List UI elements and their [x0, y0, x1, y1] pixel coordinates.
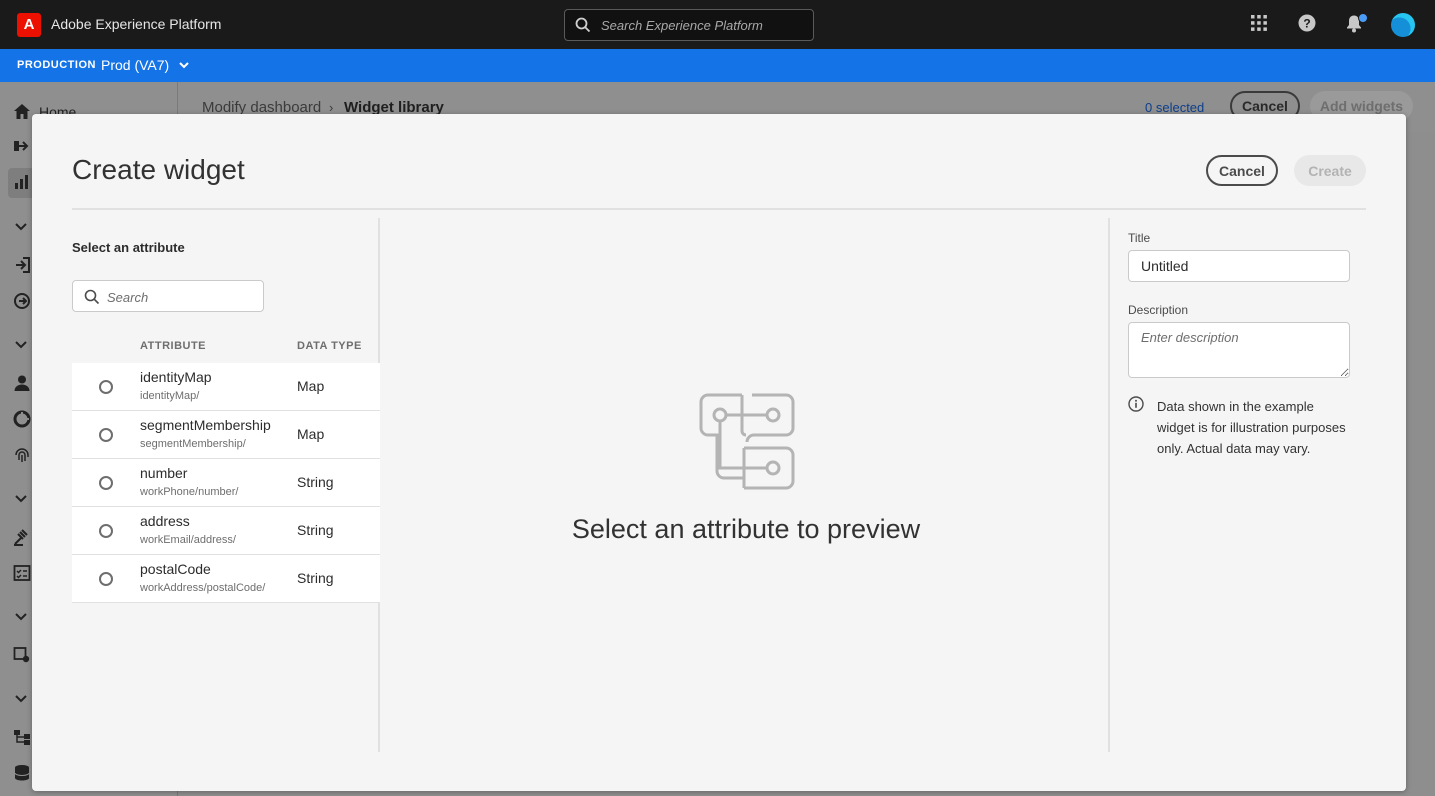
- attribute-radio[interactable]: [99, 428, 113, 442]
- chevron-down-icon[interactable]: [178, 58, 190, 72]
- dialog-divider: [72, 208, 1366, 210]
- data-settings-icon[interactable]: [13, 646, 31, 664]
- table-row[interactable]: number workPhone/number/ String: [72, 459, 380, 507]
- attribute-data-type: Map: [297, 378, 325, 394]
- global-search-placeholder: Search Experience Platform: [601, 18, 763, 33]
- attribute-radio[interactable]: [99, 476, 113, 490]
- attribute-name: postalCode: [140, 561, 211, 577]
- preview-empty-message: Select an attribute to preview: [571, 514, 921, 544]
- environment-bar: PRODUCTION Prod (VA7): [0, 49, 1435, 82]
- table-row[interactable]: identityMap identityMap/ Map: [72, 363, 380, 411]
- dialog-title: Create widget: [72, 154, 245, 185]
- create-button[interactable]: Create: [1294, 155, 1366, 186]
- chevron-down-icon[interactable]: [13, 222, 29, 232]
- attribute-radio[interactable]: [99, 380, 113, 394]
- queries-checklist-icon[interactable]: [13, 564, 31, 582]
- profiles-icon[interactable]: [13, 374, 31, 392]
- table-row[interactable]: postalCode workAddress/postalCode/ Strin…: [72, 555, 380, 603]
- segments-icon[interactable]: [13, 410, 31, 428]
- widget-preview-panel: Select an attribute to preview: [382, 218, 1110, 752]
- chevron-down-icon[interactable]: [13, 340, 29, 350]
- dashboards-icon[interactable]: [13, 174, 31, 190]
- description-label: Description: [1128, 303, 1189, 317]
- home-icon[interactable]: [13, 103, 31, 120]
- attribute-name: number: [140, 465, 188, 481]
- attribute-path: workAddress/postalCode/: [140, 582, 266, 594]
- svg-text:?: ?: [1303, 17, 1310, 31]
- attribute-name: address: [140, 513, 190, 529]
- app-title[interactable]: Adobe Experience Platform: [51, 16, 221, 32]
- selected-count[interactable]: 0 selected: [1145, 100, 1204, 115]
- create-widget-dialog: Create widget Cancel Create Select an at…: [32, 114, 1406, 791]
- attribute-search[interactable]: [72, 280, 264, 312]
- help-icon[interactable]: ?: [1298, 14, 1316, 32]
- attribute-data-type: String: [297, 474, 334, 490]
- attribute-panel-heading: Select an attribute: [72, 240, 185, 255]
- identities-fingerprint-icon[interactable]: [13, 446, 31, 464]
- attribute-radio[interactable]: [99, 572, 113, 586]
- chevron-down-icon[interactable]: [13, 612, 29, 622]
- search-icon: [575, 17, 591, 33]
- table-row[interactable]: segmentMembership segmentMembership/ Map: [72, 411, 380, 459]
- top-header: A Adobe Experience Platform Search Exper…: [0, 0, 1435, 49]
- chevron-down-icon[interactable]: [13, 494, 29, 504]
- user-avatar[interactable]: [1391, 13, 1415, 37]
- chevron-down-icon[interactable]: [13, 694, 29, 704]
- table-row[interactable]: address workEmail/address/ String: [72, 507, 380, 555]
- attribute-list: identityMap identityMap/ Map segmentMemb…: [72, 363, 380, 603]
- title-label: Title: [1128, 231, 1151, 245]
- title-input[interactable]: [1128, 250, 1350, 282]
- destinations-icon[interactable]: [13, 292, 31, 310]
- attribute-panel: Select an attribute ATTRIBUTE DATA TYPE …: [72, 218, 380, 752]
- cancel-button[interactable]: Cancel: [1206, 155, 1278, 186]
- illustration-disclaimer: Data shown in the example widget is for …: [1157, 399, 1346, 456]
- sources-icon[interactable]: [13, 256, 31, 274]
- search-icon: [84, 289, 100, 305]
- info-icon: [1128, 396, 1144, 412]
- sandbox-selector[interactable]: Prod (VA7): [101, 57, 169, 73]
- workflow-icon[interactable]: [13, 138, 31, 154]
- schemas-icon[interactable]: [13, 728, 31, 746]
- attribute-path: workPhone/number/: [140, 486, 239, 498]
- attribute-path: identityMap/: [140, 390, 200, 402]
- attribute-search-input[interactable]: [107, 287, 257, 307]
- attribute-name: segmentMembership: [140, 417, 271, 433]
- apps-grid-icon[interactable]: [1250, 14, 1268, 32]
- breadcrumb-chevron-icon: ›: [329, 100, 334, 115]
- attribute-path: workEmail/address/: [140, 534, 236, 546]
- attribute-name: identityMap: [140, 369, 212, 385]
- column-header-data-type[interactable]: DATA TYPE: [297, 340, 362, 352]
- adobe-logo[interactable]: A: [17, 13, 41, 37]
- attribute-radio[interactable]: [99, 524, 113, 538]
- attribute-path: segmentMembership/: [140, 438, 246, 450]
- notification-badge: [1358, 13, 1368, 23]
- policies-gavel-icon[interactable]: [13, 528, 31, 546]
- environment-label: PRODUCTION: [17, 59, 96, 71]
- attribute-data-type: Map: [297, 426, 325, 442]
- datasets-database-icon[interactable]: [13, 764, 31, 782]
- global-search[interactable]: Search Experience Platform: [564, 9, 814, 41]
- description-textarea[interactable]: [1128, 322, 1350, 378]
- attribute-data-type: String: [297, 522, 334, 538]
- attribute-data-type: String: [297, 570, 334, 586]
- data-flow-illustration-icon: [699, 393, 795, 490]
- column-header-attribute[interactable]: ATTRIBUTE: [140, 340, 206, 352]
